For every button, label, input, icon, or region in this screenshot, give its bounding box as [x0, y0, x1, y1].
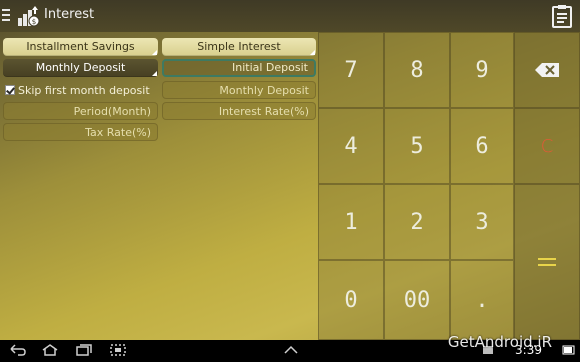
monthly-deposit-mode-label: Monthly Deposit [35, 61, 126, 74]
screenshot-icon[interactable] [110, 344, 126, 356]
clear-button[interactable]: C [514, 108, 580, 184]
action-bar: $ Interest [0, 0, 580, 32]
interest-rate-field[interactable]: Interest Rate(%) [162, 102, 316, 120]
period-placeholder: Period(Month) [73, 105, 151, 118]
key-9[interactable]: 9 [450, 32, 514, 108]
battery-icon [562, 345, 575, 355]
initial-deposit-placeholder: Initial Deposit [232, 61, 308, 74]
recent-apps-icon[interactable] [76, 344, 92, 356]
back-nav-icon[interactable] [10, 344, 26, 356]
simple-interest-button[interactable]: Simple Interest [162, 38, 316, 56]
form-panel: Installment Savings Simple Interest Mont… [0, 32, 318, 340]
svg-text:$: $ [32, 18, 36, 26]
key-4[interactable]: 4 [318, 108, 384, 184]
menu-icon[interactable] [2, 9, 10, 21]
key-00[interactable]: 00 [384, 260, 450, 340]
key-8[interactable]: 8 [384, 32, 450, 108]
keypad: 7 8 9 4 5 6 C 1 2 3 0 00 . [318, 32, 580, 340]
key-3[interactable]: 3 [450, 184, 514, 260]
chevron-up-icon[interactable] [283, 344, 299, 356]
dropdown-corner-icon [310, 50, 315, 55]
key-decimal[interactable]: . [450, 260, 514, 340]
dropdown-corner-icon [152, 50, 157, 55]
monthly-deposit-mode-button[interactable]: Monthly Deposit [3, 59, 158, 77]
key-1[interactable]: 1 [318, 184, 384, 260]
key-0[interactable]: 0 [318, 260, 384, 340]
skip-first-month-checkbox[interactable]: Skip first month deposit [5, 83, 150, 97]
tax-rate-placeholder: Tax Rate(%) [85, 126, 151, 139]
key-2[interactable]: 2 [384, 184, 450, 260]
monthly-deposit-field[interactable]: Monthly Deposit [162, 81, 316, 99]
app-title: Interest [44, 7, 95, 22]
notes-icon[interactable] [552, 4, 572, 28]
app-window: $ Interest Installment Savings Simple In… [0, 0, 580, 340]
key-7[interactable]: 7 [318, 32, 384, 108]
skip-first-month-label: Skip first month deposit [18, 83, 150, 97]
key-6[interactable]: 6 [450, 108, 514, 184]
simple-interest-label: Simple Interest [197, 40, 281, 53]
equals-icon [538, 258, 556, 266]
initial-deposit-field[interactable]: Initial Deposit [162, 59, 316, 77]
tax-rate-field[interactable]: Tax Rate(%) [3, 123, 158, 141]
equals-button[interactable] [514, 184, 580, 340]
interest-logo-icon: $ [18, 6, 40, 27]
backspace-icon [535, 63, 559, 77]
home-nav-icon[interactable] [42, 344, 58, 356]
watermark: GetAndroid.iR [447, 333, 552, 351]
monthly-deposit-placeholder: Monthly Deposit [219, 84, 309, 97]
interest-rate-placeholder: Interest Rate(%) [218, 105, 309, 118]
dropdown-corner-icon [152, 71, 157, 76]
key-5[interactable]: 5 [384, 108, 450, 184]
checkbox-checked-icon[interactable] [5, 85, 15, 95]
installment-savings-label: Installment Savings [26, 40, 135, 53]
installment-savings-button[interactable]: Installment Savings [3, 38, 158, 56]
period-field[interactable]: Period(Month) [3, 102, 158, 120]
backspace-button[interactable] [514, 32, 580, 108]
